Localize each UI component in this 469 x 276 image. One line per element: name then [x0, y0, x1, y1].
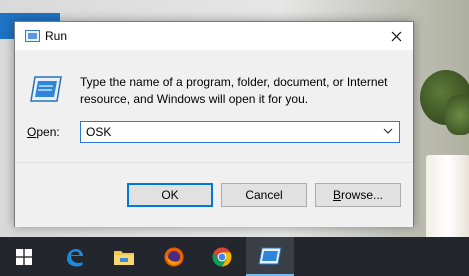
dialog-description: Type the name of a program, folder, docu…: [80, 75, 388, 106]
close-button[interactable]: [379, 22, 413, 50]
open-label: Open:: [27, 125, 60, 139]
dialog-title: Run: [45, 29, 68, 43]
open-input-value[interactable]: OSK: [86, 125, 111, 139]
plant-decoration-2: [445, 95, 469, 135]
chrome-icon: [212, 247, 232, 266]
windows-logo-icon: [16, 248, 32, 265]
taskbar-run[interactable]: [246, 237, 294, 276]
run-icon: [30, 76, 62, 102]
open-label-text: pen:: [36, 125, 60, 139]
taskbar-edge[interactable]: [50, 237, 98, 276]
taskbar-file-explorer[interactable]: [100, 237, 148, 276]
chevron-down-icon[interactable]: [383, 125, 393, 137]
folder-icon: [114, 250, 134, 265]
open-combobox[interactable]: OSK: [80, 121, 400, 143]
run-dialog: Run Type the name of a program, folder, …: [14, 21, 414, 227]
open-label-accelerator: O: [27, 125, 37, 139]
edge-icon: [67, 248, 83, 266]
run-title-icon: [25, 30, 40, 42]
cancel-button[interactable]: Cancel: [221, 183, 307, 207]
ok-button[interactable]: OK: [127, 183, 213, 207]
browse-button[interactable]: Browse...: [315, 183, 401, 207]
title-bar[interactable]: Run: [15, 22, 413, 50]
taskbar-firefox[interactable]: [150, 237, 198, 276]
pot-decoration: [426, 155, 469, 237]
run-taskbar-icon: [258, 247, 282, 264]
taskbar: [0, 237, 469, 276]
button-row: OK Cancel Browse...: [15, 162, 413, 227]
firefox-icon: [164, 247, 184, 266]
close-icon: [391, 31, 401, 41]
start-button[interactable]: [0, 237, 48, 276]
taskbar-chrome[interactable]: [198, 237, 246, 276]
browse-accelerator: B: [332, 188, 341, 202]
browse-label: rowse...: [341, 188, 384, 202]
